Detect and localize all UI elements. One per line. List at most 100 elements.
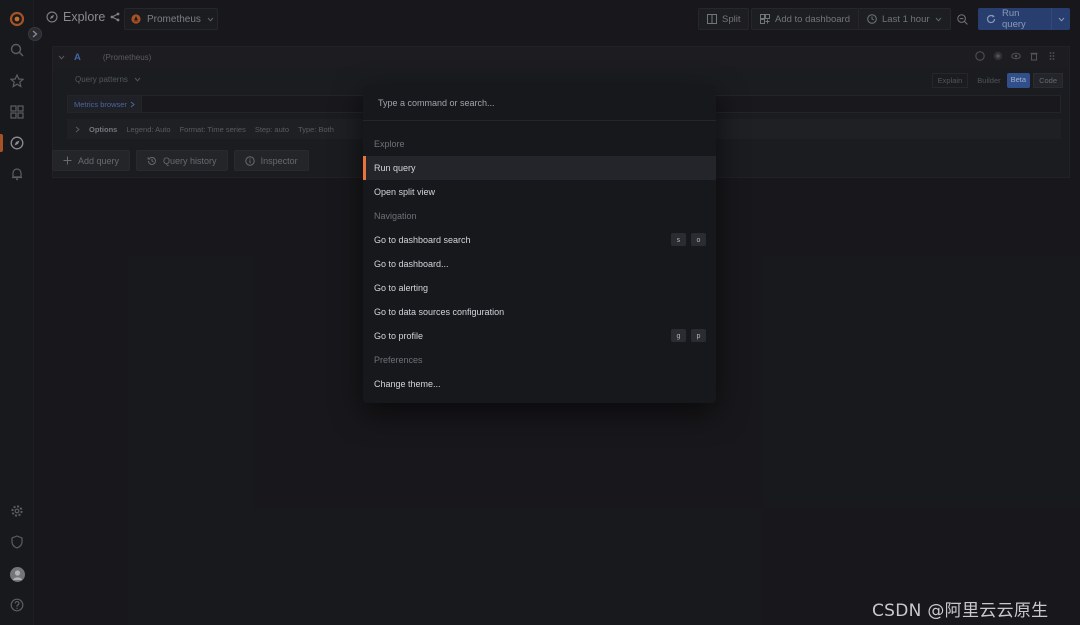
command-item[interactable]: Go to profile g p: [363, 324, 716, 348]
sidebar: [0, 0, 34, 625]
datasource-name: Prometheus: [147, 13, 201, 25]
time-range-picker[interactable]: Last 1 hour: [858, 8, 951, 30]
options-title: Options: [89, 124, 118, 134]
command-item[interactable]: Go to dashboard search s o: [363, 228, 716, 252]
command-item-label: Go to dashboard search: [374, 235, 471, 245]
add-query-label: Add query: [78, 155, 120, 166]
chevron-down-icon: [935, 17, 942, 22]
metrics-browser-label: Metrics browser: [74, 99, 127, 109]
explain-toggle[interactable]: Explain: [931, 73, 969, 88]
split-label: Split: [722, 13, 741, 25]
command-item[interactable]: Go to alerting: [363, 276, 716, 300]
inspector-label: Inspector: [260, 155, 298, 166]
chevron-right-icon: [130, 101, 135, 108]
add-to-dashboard-button[interactable]: Add to dashboard: [751, 8, 860, 30]
add-to-dashboard-label: Add to dashboard: [775, 13, 851, 25]
shortcut-key: g: [671, 329, 686, 342]
page-title: Explore: [46, 10, 120, 24]
command-item-label: Go to data sources configuration: [374, 307, 505, 317]
split-icon: [707, 14, 717, 24]
shortcut-key: p: [691, 329, 706, 342]
eye-icon[interactable]: [1011, 51, 1021, 61]
chevron-down-icon: [134, 77, 141, 82]
command-section-header: Navigation: [363, 204, 716, 228]
beta-badge: Beta: [1006, 73, 1031, 88]
option-type: Type: Both: [298, 124, 334, 134]
chevron-right-icon: [75, 126, 80, 133]
command-item-label: Run query: [374, 163, 416, 173]
dashboards-icon[interactable]: [8, 103, 26, 121]
command-search-input[interactable]: [363, 86, 716, 121]
command-item[interactable]: Run query: [363, 156, 716, 180]
keyboard-shortcut: gp: [671, 329, 706, 342]
command-item[interactable]: Go to data sources configuration: [363, 300, 716, 324]
command-section-label: Navigation: [374, 211, 417, 221]
command-palette: Explore Run query Open split view Navigatio…: [363, 86, 716, 403]
query-row-header: A (Prometheus): [53, 47, 1069, 67]
clock-icon: [867, 14, 877, 24]
prometheus-icon: [131, 14, 141, 24]
bell-icon[interactable]: [8, 165, 26, 183]
query-patterns-label: Query patterns: [75, 75, 128, 84]
zoom-out-icon: [957, 13, 968, 25]
zoom-out-button[interactable]: [952, 8, 972, 30]
command-item-label: Go to alerting: [374, 283, 429, 293]
shortcut-key: o: [691, 233, 706, 246]
grafana-logo-icon[interactable]: [8, 10, 26, 28]
refresh-icon: [986, 14, 996, 24]
drag-handle-icon[interactable]: [1047, 51, 1057, 61]
search-icon[interactable]: [8, 41, 26, 59]
help-icon[interactable]: [8, 596, 26, 614]
run-query-button[interactable]: Run query: [978, 8, 1070, 30]
command-section-header: Preferences: [363, 348, 716, 372]
command-section-header: Explore: [363, 132, 716, 156]
query-letter[interactable]: A: [74, 52, 81, 63]
avatar[interactable]: [8, 565, 26, 583]
gear-icon[interactable]: [8, 502, 26, 520]
command-item[interactable]: Go to dashboard...: [363, 252, 716, 276]
duplicate-icon[interactable]: [993, 51, 1003, 61]
metrics-browser-button[interactable]: Metrics browser: [68, 96, 142, 112]
add-query-button[interactable]: Add query: [52, 150, 131, 171]
query-history-button[interactable]: Query history: [136, 150, 228, 171]
query-history-label: Query history: [163, 155, 217, 166]
sidebar-active-indicator: [0, 134, 3, 152]
run-query-dropdown[interactable]: [1052, 17, 1070, 22]
compass-icon[interactable]: [8, 134, 26, 152]
option-step: Step: auto: [254, 124, 290, 134]
sidebar-expand-button[interactable]: [28, 27, 42, 41]
command-section-label: Explore: [374, 139, 405, 149]
tab-builder[interactable]: Builder: [971, 73, 1006, 88]
query-datasource: (Prometheus): [102, 52, 152, 62]
plus-icon: [63, 156, 72, 165]
info-icon: [244, 155, 255, 166]
query-row-actions: [975, 51, 1057, 61]
command-item[interactable]: Change theme...: [363, 372, 716, 396]
history-icon: [147, 156, 157, 166]
command-list: Explore Run query Open split view Navigatio…: [363, 132, 716, 396]
query-patterns-dropdown[interactable]: Query patterns: [75, 75, 141, 84]
time-range-label: Last 1 hour: [882, 13, 930, 25]
star-icon[interactable]: [8, 72, 26, 90]
collapse-chevron-icon[interactable]: [58, 55, 65, 60]
run-query-main[interactable]: Run query: [978, 8, 1052, 30]
inspector-button[interactable]: Inspector: [233, 150, 309, 171]
chevron-down-icon: [1058, 17, 1064, 22]
share-icon[interactable]: [110, 12, 120, 22]
command-item-label: Go to profile: [374, 331, 424, 341]
command-item-label: Go to dashboard...: [374, 259, 449, 269]
split-button[interactable]: Split: [698, 8, 750, 30]
command-section-label: Preferences: [374, 355, 423, 365]
command-item[interactable]: Open split view: [363, 180, 716, 204]
tab-code[interactable]: Code: [1033, 73, 1063, 88]
editor-mode-tabs: Explain Builder Beta Code: [931, 73, 1063, 88]
run-query-label: Run query: [1002, 8, 1026, 30]
command-item-label: Open split view: [374, 187, 436, 197]
trash-icon[interactable]: [1029, 51, 1039, 61]
datasource-picker[interactable]: Prometheus: [124, 8, 218, 30]
shield-icon[interactable]: [8, 533, 26, 551]
help-icon[interactable]: [975, 51, 985, 61]
keyboard-shortcut: so: [671, 233, 706, 246]
command-item-label: Change theme...: [374, 379, 441, 389]
dashboard-add-icon: [760, 14, 770, 24]
